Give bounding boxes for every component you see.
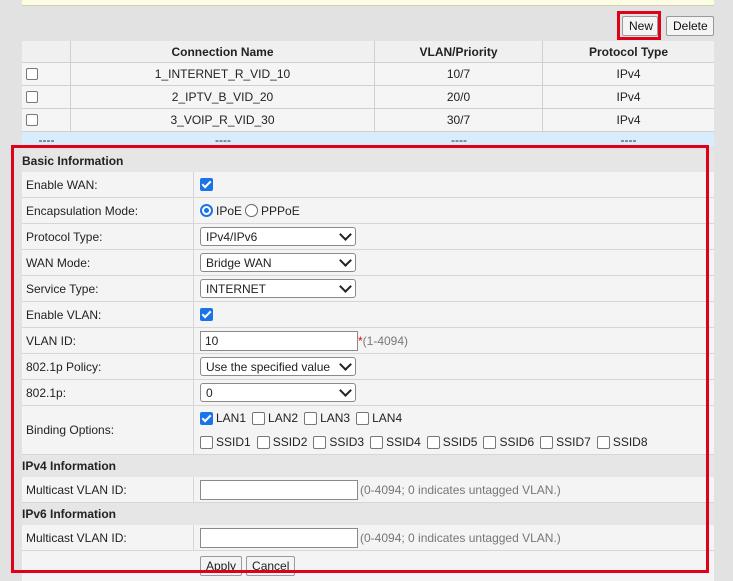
- new-button-highlight: [617, 11, 661, 40]
- header-vlan-priority: VLAN/Priority: [375, 41, 543, 62]
- vlan-priority: 20/0: [375, 86, 543, 108]
- header-select: [22, 41, 71, 62]
- table-row[interactable]: 1_INTERNET_R_VID_10 10/7 IPv4: [22, 63, 714, 86]
- connection-name: 2_IPTV_B_VID_20: [71, 86, 375, 108]
- top-notice-strip: [22, 0, 714, 6]
- connection-name: 3_VOIP_R_VID_30: [71, 109, 375, 131]
- form-highlight-box: [11, 145, 709, 573]
- header-connection-name: Connection Name: [71, 41, 375, 62]
- row-select: [22, 63, 71, 85]
- header-protocol-type: Protocol Type: [588, 44, 669, 59]
- vlan-priority: 10/7: [375, 63, 543, 85]
- delete-button[interactable]: Delete: [666, 16, 714, 36]
- protocol-type: IPv4: [616, 90, 641, 104]
- row-checkbox[interactable]: [26, 114, 38, 126]
- row-select: [22, 109, 71, 131]
- connection-table: Connection Name VLAN/Priority Protocol T…: [22, 41, 714, 147]
- table-header: Connection Name VLAN/Priority Protocol T…: [22, 41, 714, 63]
- protocol-type: IPv4: [616, 113, 641, 127]
- table-row[interactable]: 2_IPTV_B_VID_20 20/0 IPv4: [22, 86, 714, 109]
- protocol-type: IPv4: [616, 67, 641, 81]
- table-row[interactable]: 3_VOIP_R_VID_30 30/7 IPv4: [22, 109, 714, 132]
- vlan-priority: 30/7: [375, 109, 543, 131]
- row-select: [22, 86, 71, 108]
- connection-name: 1_INTERNET_R_VID_10: [71, 63, 375, 85]
- row-checkbox[interactable]: [26, 91, 38, 103]
- row-checkbox[interactable]: [26, 68, 38, 80]
